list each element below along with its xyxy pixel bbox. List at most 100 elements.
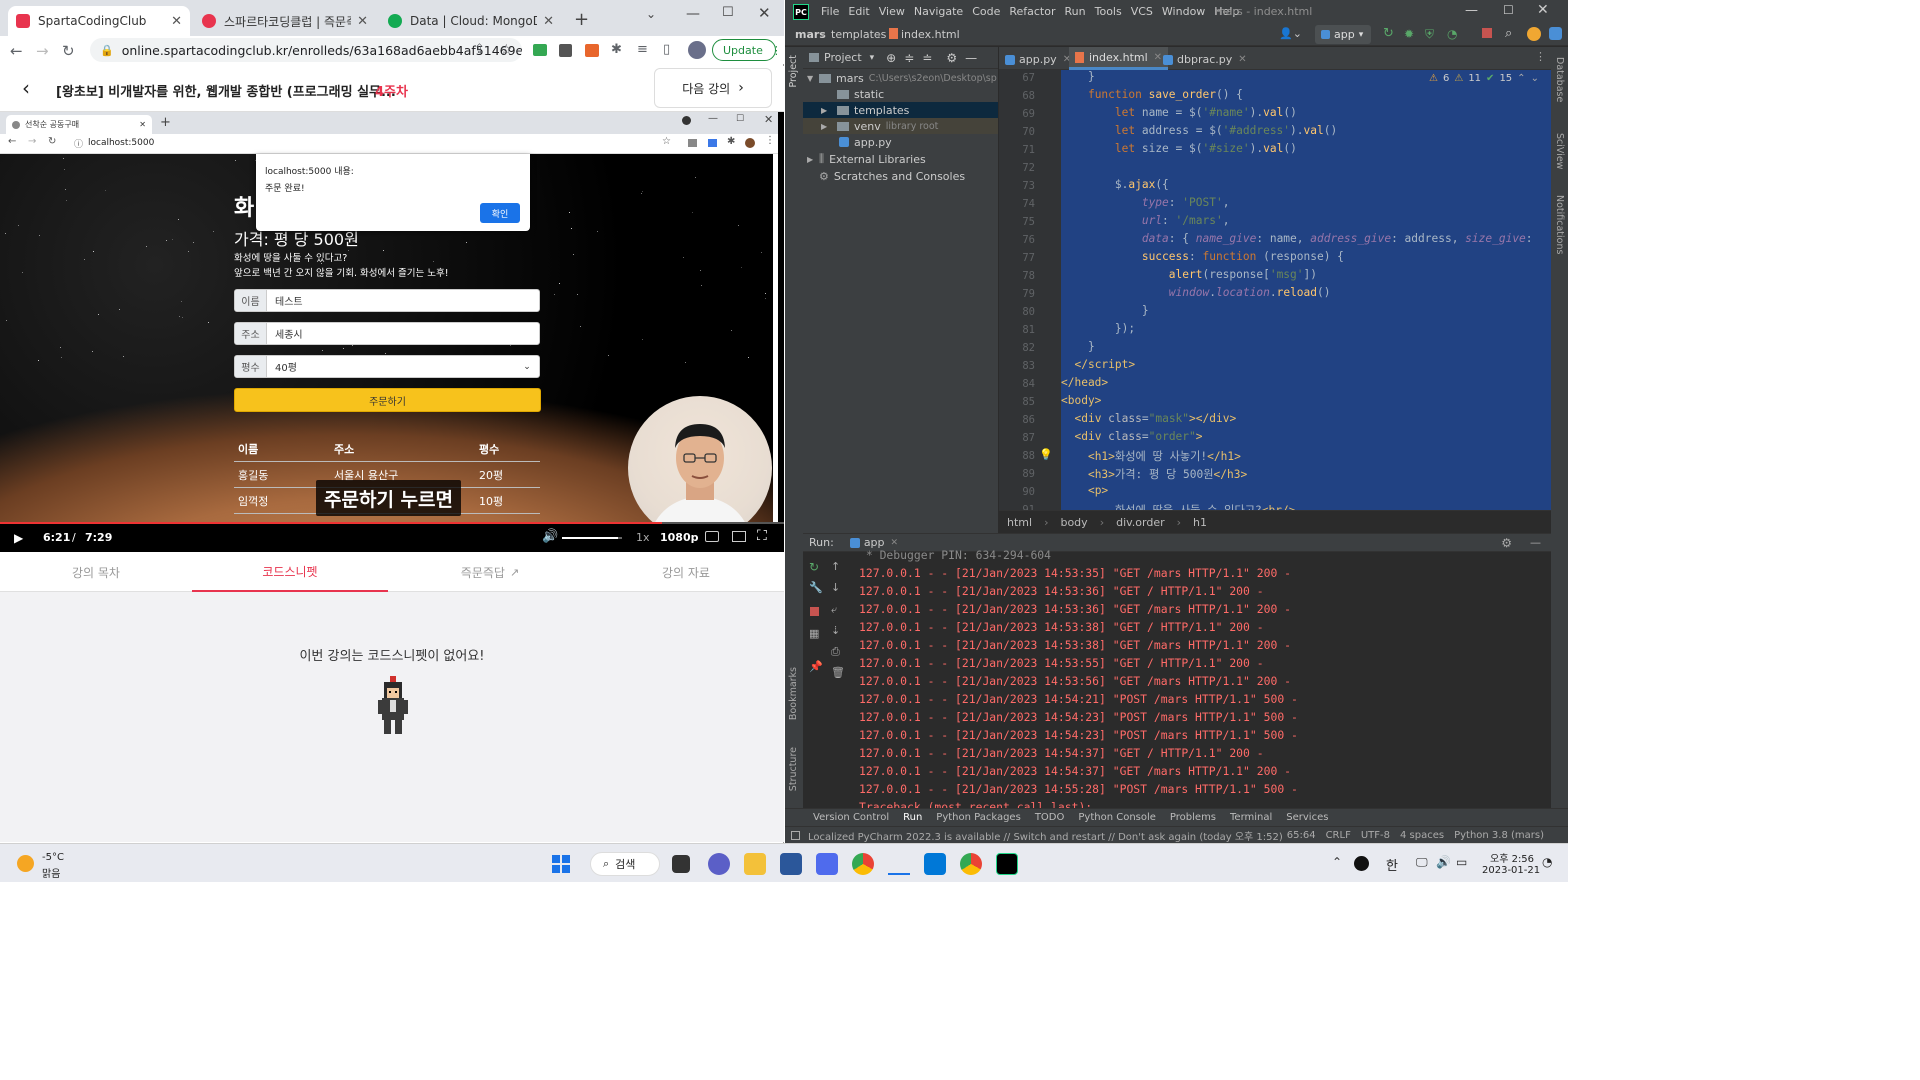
vscode-icon[interactable]: [924, 853, 946, 875]
editor-tab-index-html[interactable]: index.html ✕: [1069, 47, 1169, 70]
project-tool-button[interactable]: Project: [788, 55, 799, 88]
menu-item-vcs[interactable]: VCS: [1131, 5, 1153, 18]
notification-icon[interactable]: ◔: [1542, 855, 1552, 869]
side-panel-icon[interactable]: ▯: [663, 42, 670, 57]
update-button[interactable]: Update ⋮: [712, 39, 782, 61]
locate-icon[interactable]: ⊕: [886, 51, 896, 65]
video-player[interactable]: 선착순 공동구매 ✕ + — ☐ ✕ ← → ↻ ⓘ localhost:500…: [0, 112, 784, 552]
tool-tab-terminal[interactable]: Terminal: [1230, 812, 1272, 823]
project-view-label[interactable]: Project: [824, 51, 862, 64]
close-tab-icon[interactable]: ✕: [543, 14, 554, 29]
microsoft-store-icon[interactable]: [780, 853, 802, 875]
status-item[interactable]: CRLF: [1326, 830, 1351, 841]
browser-tab-spartacodingclub[interactable]: SpartaCodingClub ✕: [8, 6, 190, 36]
weather-temp[interactable]: -5°C: [42, 852, 64, 863]
tree-item-mars[interactable]: ▼ mars C:\Users\s2eon\Desktop\sp: [803, 70, 998, 86]
extension-grey-icon[interactable]: [559, 44, 572, 57]
new-tab-icon[interactable]: +: [574, 9, 589, 30]
bookmarks-tool-button[interactable]: Bookmarks: [788, 667, 799, 720]
clock-time[interactable]: 오후 2:56: [1490, 850, 1534, 865]
taskbar-search[interactable]: ⌕ 검색: [590, 852, 660, 876]
menu-item-code[interactable]: Code: [972, 5, 1000, 18]
extension-orange-icon[interactable]: [585, 44, 599, 57]
menu-item-run[interactable]: Run: [1065, 5, 1086, 18]
snipping-tool-icon[interactable]: [888, 853, 910, 875]
menu-item-refactor[interactable]: Refactor: [1009, 5, 1055, 18]
tree-item-scratches[interactable]: ⚙ Scratches and Consoles: [803, 168, 998, 184]
share-icon[interactable]: ⇪: [474, 42, 485, 57]
user-account-icon[interactable]: 👤⌄: [1279, 27, 1302, 40]
search-icon[interactable]: ⌕: [1505, 26, 1512, 41]
browser-tab-mongodb[interactable]: Data | Cloud: MongoDB Clou ✕: [380, 6, 562, 36]
status-item[interactable]: 65:64: [1287, 830, 1316, 841]
tree-item-venv[interactable]: ▶ venv library root: [803, 118, 998, 134]
close-tab-icon[interactable]: ✕: [357, 14, 368, 29]
editor-tab-dbprac-py[interactable]: dbprac.py ✕: [1163, 50, 1247, 69]
fullscreen-icon[interactable]: ⛶: [757, 528, 767, 544]
tab-materials[interactable]: 강의 자료: [588, 552, 784, 592]
minimize-icon[interactable]: —: [1465, 3, 1478, 18]
tool-tab-version-control[interactable]: Version Control: [813, 812, 889, 823]
quality-button[interactable]: 1080p: [660, 531, 699, 544]
tool-tab-python-packages[interactable]: Python Packages: [936, 812, 1021, 823]
close-tab-icon[interactable]: ✕: [171, 14, 182, 29]
chevron-up-icon[interactable]: ⌃: [1332, 855, 1342, 869]
browser-tab-qna[interactable]: 스파르타코딩클럽 | 즉문즉답 ✕: [194, 6, 376, 36]
hide-panel-icon[interactable]: —: [965, 51, 977, 65]
chat-icon[interactable]: [708, 853, 730, 875]
menu-item-file[interactable]: File: [821, 5, 839, 18]
minimize-icon[interactable]: —: [686, 6, 700, 22]
chrome-icon[interactable]: [852, 853, 874, 875]
collapse-all-icon[interactable]: ≑: [904, 51, 914, 65]
close-tab-icon[interactable]: ✕: [1238, 54, 1246, 65]
url-bar[interactable]: 🔒 online.spartacodingclub.kr/enrolleds/6…: [90, 38, 522, 62]
app-icon[interactable]: [816, 853, 838, 875]
file-explorer-icon[interactable]: [744, 853, 766, 875]
extensions-puzzle-icon[interactable]: ✱: [611, 42, 622, 57]
task-view-icon[interactable]: [672, 855, 690, 873]
debug-bug-icon[interactable]: ✹: [1404, 27, 1414, 41]
menu-item-tools[interactable]: Tools: [1095, 5, 1122, 18]
tool-tab-run[interactable]: Run: [903, 812, 922, 823]
speed-button[interactable]: 1x: [636, 531, 650, 544]
network-icon[interactable]: 🖵: [1416, 855, 1428, 870]
next-lecture-button[interactable]: 다음 강의 ›: [654, 68, 772, 108]
tab-table-of-contents[interactable]: 강의 목차: [0, 552, 192, 592]
chevron-down-icon[interactable]: ▾: [870, 53, 875, 63]
tree-item-static[interactable]: static: [803, 86, 998, 102]
menu-item-view[interactable]: View: [879, 5, 905, 18]
menu-item-window[interactable]: Window: [1162, 5, 1205, 18]
coverage-icon[interactable]: ⛨: [1425, 27, 1434, 42]
close-tab-icon[interactable]: ✕: [1154, 52, 1162, 63]
back-chevron-icon[interactable]: ‹: [22, 76, 30, 100]
expand-all-icon[interactable]: ≐: [922, 51, 932, 65]
volume-icon[interactable]: 🔊: [542, 529, 558, 544]
rerun-icon[interactable]: ↻: [1383, 26, 1394, 41]
gear-icon[interactable]: ⚙: [946, 51, 957, 65]
ime-indicator[interactable]: 한: [1386, 855, 1398, 874]
weather-sun-icon[interactable]: [17, 855, 34, 872]
editor-breadcrumb-item[interactable]: html: [1007, 516, 1032, 529]
forward-icon[interactable]: →: [36, 42, 49, 60]
menu-item-navigate[interactable]: Navigate: [914, 5, 963, 18]
tool-tab-todo[interactable]: TODO: [1035, 812, 1065, 823]
back-icon[interactable]: ←: [10, 42, 23, 60]
chrome-profile-icon[interactable]: [960, 853, 982, 875]
volume-icon[interactable]: 🔊: [1436, 855, 1451, 869]
structure-tool-button[interactable]: Structure: [788, 747, 799, 791]
editor-breadcrumb-item[interactable]: body: [1060, 516, 1087, 529]
notifications-tool-button[interactable]: Notifications: [1554, 195, 1565, 254]
editor-breadcrumb-item[interactable]: h1: [1193, 516, 1207, 529]
reload-icon[interactable]: ↻: [62, 42, 75, 60]
clock-date[interactable]: 2023-01-21: [1482, 865, 1540, 876]
profile-avatar[interactable]: [688, 41, 706, 59]
lightbulb-icon[interactable]: 💡: [1039, 448, 1053, 461]
close-window-icon[interactable]: ✕: [1537, 2, 1549, 18]
bookmark-star-icon[interactable]: ☆: [500, 42, 513, 58]
tab-search-chevron-icon[interactable]: ⌄: [646, 7, 656, 21]
tree-item-app-py[interactable]: app.py: [803, 134, 998, 150]
extension-green-icon[interactable]: [533, 44, 547, 56]
tool-tab-python-console[interactable]: Python Console: [1078, 812, 1156, 823]
captions-icon[interactable]: [705, 531, 719, 542]
play-icon[interactable]: ▶: [14, 531, 23, 545]
